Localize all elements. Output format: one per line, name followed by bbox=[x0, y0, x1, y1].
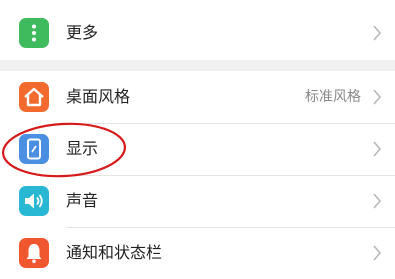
chevron-right-icon bbox=[371, 244, 383, 262]
settings-item-sound[interactable]: 声音 bbox=[0, 176, 395, 228]
settings-item-desktop-style-label: 桌面风格 bbox=[66, 87, 131, 106]
chevron-right-icon bbox=[371, 192, 383, 210]
settings-item-notification-label: 通知和状态栏 bbox=[66, 243, 163, 262]
chevron-right-icon bbox=[371, 88, 383, 106]
settings-item-sound-label: 声音 bbox=[66, 191, 99, 210]
chevron-right-icon bbox=[371, 140, 383, 158]
speaker-icon bbox=[19, 186, 49, 216]
more-dots-icon bbox=[19, 18, 49, 48]
chevron-right-icon bbox=[371, 24, 383, 42]
bell-icon bbox=[19, 238, 49, 268]
settings-item-more[interactable]: 更多 bbox=[0, 7, 395, 59]
settings-item-notification[interactable]: 通知和状态栏 bbox=[0, 228, 395, 279]
settings-item-desktop-style[interactable]: 桌面风格 标准风格 bbox=[0, 71, 395, 123]
settings-screen: 更多 桌面风格 标准风格 显示 声音 通知和状态栏 bbox=[0, 0, 395, 279]
settings-item-more-label: 更多 bbox=[66, 23, 99, 42]
settings-group-main: 桌面风格 标准风格 显示 声音 通知和状态栏 bbox=[0, 71, 395, 279]
house-icon bbox=[19, 82, 49, 112]
settings-item-display[interactable]: 显示 bbox=[0, 124, 395, 176]
settings-item-desktop-style-value: 标准风格 bbox=[305, 89, 361, 105]
phone-display-icon bbox=[19, 134, 49, 164]
settings-item-display-label: 显示 bbox=[66, 139, 99, 158]
settings-group-top: 更多 bbox=[0, 0, 395, 60]
